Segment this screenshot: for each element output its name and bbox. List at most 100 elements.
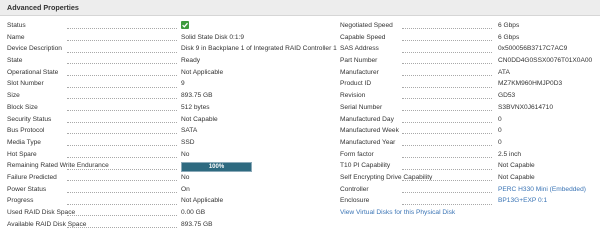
negotiated-speed-row: Negotiated Speed 6 Gbps xyxy=(340,20,598,32)
size-value: 893.75 GB xyxy=(181,92,213,100)
enclosure-link[interactable]: BP13G+EXP 0:1 xyxy=(498,195,598,207)
name-value: Solid State Disk 0:1:9 xyxy=(181,33,245,41)
available-raid-disk-space-value: 893.75 GB xyxy=(181,220,213,228)
manufacturer-label: Manufacturer xyxy=(340,68,379,76)
failure-predicted-label: Failure Predicted xyxy=(7,173,57,181)
security-status-value: Not Capable xyxy=(181,115,218,123)
panel-header: Advanced Properties xyxy=(0,0,600,16)
state-value: Ready xyxy=(181,57,201,65)
dotted-leader xyxy=(402,75,492,77)
dotted-leader xyxy=(402,86,492,88)
controller-label: Controller xyxy=(340,185,369,193)
dotted-leader xyxy=(67,63,177,65)
negotiated-speed-value: 6 Gbps xyxy=(498,22,520,29)
name-label: Name xyxy=(7,33,25,41)
power-status-row: Power Status On xyxy=(7,184,337,196)
block-size-row: Block Size 512 bytes xyxy=(7,102,337,114)
media-type-row: Media Type SSD xyxy=(7,137,337,149)
state-label: State xyxy=(7,57,23,65)
slot-number-row: Slot Number 9 xyxy=(7,78,337,90)
t10-pi-capability-label: T10 PI Capability xyxy=(340,162,391,170)
slot-number-label: Slot Number xyxy=(7,80,44,88)
write-endurance-progress-bar: 100% xyxy=(181,162,252,173)
manufactured-year-value: 0 xyxy=(498,138,502,146)
manufactured-day-row: Manufactured Day 0 xyxy=(340,114,598,126)
failure-predicted-value: No xyxy=(181,173,190,181)
used-raid-disk-space-label: Used RAID Disk Space xyxy=(7,209,76,216)
progress-value: Not Applicable xyxy=(181,197,224,205)
status-ok-check-icon xyxy=(181,21,189,29)
remaining-rated-write-endurance-row: Remaining Rated Write Endurance 100% xyxy=(7,160,337,173)
capable-speed-label: Capable Speed xyxy=(340,33,386,41)
part-number-row: Part Number CN0DD4G0SSX0076T01X0A00 xyxy=(340,55,598,67)
dotted-leader xyxy=(402,39,492,41)
dotted-leader xyxy=(402,180,492,182)
hot-spare-row: Hot Spare No xyxy=(7,149,337,161)
t10-pi-capability-value: Not Capable xyxy=(498,162,535,170)
panel-title: Advanced Properties xyxy=(7,3,79,12)
name-row: Name Solid State Disk 0:1:9 xyxy=(7,32,337,44)
device-description-label: Device Description xyxy=(7,45,62,53)
self-encrypting-drive-capability-label: Self Encrypting Drive Capability xyxy=(340,173,433,181)
device-description-value: Disk 9 in Backplane 1 of Integrated RAID… xyxy=(181,45,337,53)
slot-number-value: 9 xyxy=(181,80,185,88)
t10-pi-capability-row: T10 PI Capability Not Capable xyxy=(340,160,598,172)
dotted-leader xyxy=(67,215,177,217)
used-raid-disk-space-row: Used RAID Disk Space 0.00 GB xyxy=(7,207,337,219)
form-factor-label: Form factor xyxy=(340,150,374,158)
manufacturer-row: Manufacturer ATA xyxy=(340,67,598,79)
operational-state-label: Operational State xyxy=(7,68,59,76)
revision-label: Revision xyxy=(340,92,366,100)
capable-speed-row: Capable Speed 6 Gbps xyxy=(340,32,598,44)
dotted-leader xyxy=(402,63,492,65)
self-encrypting-drive-capability-value: Not Capable xyxy=(498,173,535,181)
dotted-leader xyxy=(67,98,177,100)
dotted-leader xyxy=(67,145,177,147)
security-status-row: Security Status Not Capable xyxy=(7,114,337,126)
view-virtual-disks-row: View Virtual Disks for this Physical Dis… xyxy=(340,207,598,219)
serial-number-label: Serial Number xyxy=(340,103,383,111)
dotted-leader xyxy=(67,203,177,205)
available-raid-disk-space-label: Available RAID Disk Space xyxy=(7,220,87,228)
dotted-leader xyxy=(67,86,177,88)
negotiated-speed-label: Negotiated Speed xyxy=(340,22,393,29)
media-type-label: Media Type xyxy=(7,138,41,146)
size-row: Size 893.75 GB xyxy=(7,90,337,102)
part-number-label: Part Number xyxy=(340,57,378,65)
dotted-leader xyxy=(67,110,177,112)
dotted-leader xyxy=(67,191,177,193)
sas-address-row: SAS Address 0x500056B3717C7AC9 xyxy=(340,43,598,55)
manufactured-week-value: 0 xyxy=(498,127,502,135)
used-raid-disk-space-value: 0.00 GB xyxy=(181,209,206,216)
form-factor-row: Form factor 2.5 inch xyxy=(340,149,598,161)
failure-predicted-row: Failure Predicted No xyxy=(7,172,337,184)
dotted-leader xyxy=(402,191,492,193)
state-row: State Ready xyxy=(7,55,337,67)
sas-address-value: 0x500056B3717C7AC9 xyxy=(498,45,568,53)
hot-spare-label: Hot Spare xyxy=(7,150,37,158)
controller-row: Controller PERC H330 Mini (Embedded) xyxy=(340,184,598,196)
available-raid-disk-space-row: Available RAID Disk Space 893.75 GB xyxy=(7,219,337,231)
product-id-row: Product ID MZ7KM960HMJP0D3 xyxy=(340,78,598,90)
advanced-properties-panel: Advanced Properties Status Name Solid Stat… xyxy=(0,0,600,246)
power-status-value: On xyxy=(181,185,190,193)
serial-number-row: Serial Number S3BVNX0J614710 xyxy=(340,102,598,114)
bus-protocol-row: Bus Protocol SATA xyxy=(7,125,337,137)
dotted-leader xyxy=(402,156,492,158)
media-type-value: SSD xyxy=(181,138,195,146)
product-id-label: Product ID xyxy=(340,80,372,88)
enclosure-row: Enclosure BP13G+EXP 0:1 xyxy=(340,195,598,207)
product-id-value: MZ7KM960HMJP0D3 xyxy=(498,80,563,88)
view-virtual-disks-link[interactable]: View Virtual Disks for this Physical Dis… xyxy=(340,209,455,216)
dotted-leader xyxy=(402,28,492,30)
bus-protocol-value: SATA xyxy=(181,127,198,135)
operational-state-value: Not Applicable xyxy=(181,68,224,76)
dotted-leader xyxy=(67,75,177,77)
controller-link[interactable]: PERC H330 Mini (Embedded) xyxy=(498,184,598,196)
operational-state-row: Operational State Not Applicable xyxy=(7,67,337,79)
right-properties-column: Negotiated Speed 6 Gbps Capable Speed 6 Gbp… xyxy=(340,20,598,219)
dotted-leader xyxy=(402,98,492,100)
bus-protocol-label: Bus Protocol xyxy=(7,127,45,135)
part-number-value: CN0DD4G0SSX0076T01X0A00 xyxy=(498,57,593,65)
dotted-leader xyxy=(402,110,492,112)
